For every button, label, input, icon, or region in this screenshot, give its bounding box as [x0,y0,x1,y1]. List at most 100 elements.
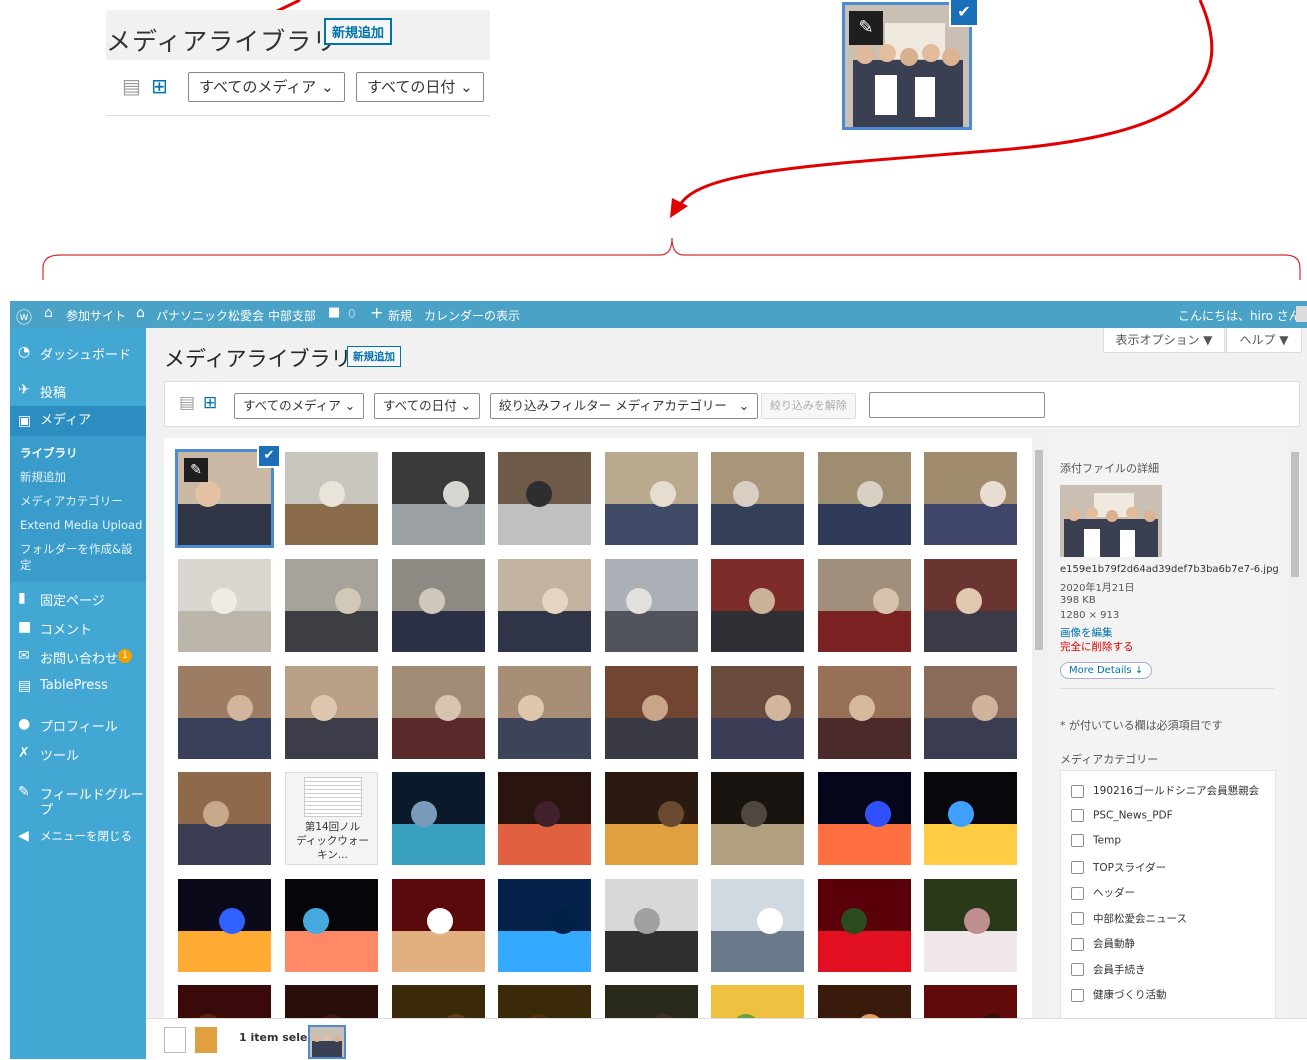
details-scrollbar[interactable] [1288,438,1302,1018]
media-tile[interactable] [392,879,485,972]
avatar[interactable] [1296,306,1307,322]
media-tile[interactable] [285,879,378,972]
media-tile[interactable] [498,772,591,865]
media-tile[interactable] [605,879,698,972]
screen-options-button[interactable]: 表示オプション ▼ [1103,328,1225,353]
filter-date-select[interactable]: すべての日付 ⌄ [374,393,481,419]
media-tile[interactable] [711,985,804,1018]
checkbox[interactable] [1071,988,1084,1002]
media-tile[interactable] [818,985,911,1018]
media-tile[interactable] [818,559,911,652]
media-tile[interactable] [178,559,271,652]
selected-thumbnail[interactable] [308,1025,346,1059]
media-tile[interactable] [924,666,1017,759]
sidebar-sub-extend-media-upload[interactable]: Extend Media Upload [20,518,142,532]
checkbox[interactable] [1071,912,1084,925]
media-tile[interactable] [498,985,591,1018]
sidebar-item-field-groups-cont[interactable]: プ [40,799,53,818]
admin-bar-greeting[interactable]: こんにちは、hiro さん [1178,307,1301,324]
media-tile[interactable] [605,452,698,545]
category-checkbox-row[interactable]: 健康づくり活動 [1071,987,1167,1002]
media-tile[interactable] [924,772,1017,865]
zoom-filter-type-select[interactable]: すべてのメディア ⌄ [188,72,345,102]
grid-scrollbar[interactable] [1032,438,1046,1018]
edit-pencil-icon[interactable]: ✎ [184,458,208,482]
admin-bar-sites[interactable]: 参加サイト [66,307,126,324]
media-tile[interactable] [392,985,485,1018]
media-tile[interactable] [392,452,485,545]
media-tile[interactable] [285,452,378,545]
category-checkbox-row[interactable]: 中部松愛会ニュース [1071,911,1187,926]
checkbox[interactable] [1071,861,1084,874]
sidebar-sub-media-category[interactable]: メディアカテゴリー [20,493,123,509]
zoom-filter-date-select[interactable]: すべての日付 ⌄ [356,72,484,102]
media-tile[interactable] [711,772,804,865]
filter-type-select[interactable]: すべてのメディア ⌄ [234,393,365,419]
document-tile[interactable]: 第14回ノル ディックウォー キン... [285,772,378,865]
filter-category-select[interactable]: 絞り込みフィルター メディアカテゴリー ⌄ [490,393,759,419]
media-tile[interactable] [605,772,698,865]
media-tile[interactable] [178,879,271,972]
media-tile[interactable] [392,559,485,652]
edit-image-link[interactable]: 画像を編集 [1060,625,1113,640]
media-tile[interactable] [711,666,804,759]
checkbox[interactable] [1071,808,1084,822]
media-tile[interactable] [285,985,378,1018]
media-tile[interactable] [818,879,911,972]
media-tile[interactable] [924,452,1017,545]
clear-filter-button[interactable]: 絞り込みを解除 [761,393,856,419]
media-tile[interactable] [392,772,485,865]
sidebar-sub-library[interactable]: ライブラリ [20,445,78,461]
media-tile[interactable] [924,879,1017,972]
sidebar-sub-folder-settings[interactable]: フォルダーを作成&設 [20,541,132,557]
sidebar-item-media[interactable]: ▣ メディア [10,406,146,436]
media-tile[interactable] [711,452,804,545]
grid-view-icon[interactable]: ⊞ [151,74,168,98]
category-checkbox-row[interactable]: ヘッダー [1071,885,1135,900]
category-checkbox-row[interactable]: Temp [1071,834,1121,847]
add-new-button[interactable]: 新規追加 [347,346,401,367]
media-tile[interactable] [924,559,1017,652]
category-checkbox-row[interactable]: 会員手続き [1071,962,1146,977]
selection-checkbox-empty[interactable] [164,1027,186,1053]
media-tile[interactable] [498,452,591,545]
category-checkbox-row[interactable]: 会員動静 [1071,936,1135,951]
media-tile[interactable] [178,772,271,865]
more-details-button[interactable]: More Details ↓ [1060,662,1153,679]
media-tile[interactable] [818,666,911,759]
admin-bar-site-name[interactable]: パナソニック松愛会 中部支部 [156,307,316,324]
media-tile[interactable] [178,985,271,1018]
category-checkbox-row[interactable]: 190216ゴールドシニア会員懇親会 [1071,783,1259,798]
search-input[interactable] [869,392,1045,418]
help-button[interactable]: ヘルプ ▼ [1226,328,1302,353]
media-tile[interactable] [498,879,591,972]
category-checkbox-row[interactable]: PSC_News_PDF [1071,808,1173,822]
media-tile[interactable] [711,559,804,652]
media-tile[interactable] [498,559,591,652]
zoom-add-new-button[interactable]: 新規追加 [324,18,393,45]
media-tile[interactable] [605,985,698,1018]
list-view-icon[interactable]: ▤ [122,74,141,98]
media-tile[interactable] [818,772,911,865]
grid-view-icon[interactable]: ⊞ [203,393,217,413]
delete-permanently-link[interactable]: 完全に削除する [1060,639,1134,654]
media-tile[interactable] [711,879,804,972]
media-tile[interactable] [178,666,271,759]
admin-bar-comments-count[interactable]: 0 [348,307,356,321]
admin-bar-new[interactable]: 新規 [388,307,412,324]
list-view-icon[interactable]: ▤ [179,393,195,413]
sidebar-sub-add-new[interactable]: 新規追加 [20,469,66,485]
checkmark-icon[interactable]: ✔ [257,444,281,468]
admin-bar-calendar[interactable]: カレンダーの表示 [424,307,520,324]
media-tile[interactable] [605,559,698,652]
checkbox[interactable] [1071,963,1084,976]
media-tile[interactable] [498,666,591,759]
checkbox[interactable] [1071,784,1084,798]
media-tile[interactable] [605,666,698,759]
media-tile[interactable] [285,666,378,759]
edit-pencil-icon[interactable]: ✎ [849,11,883,45]
media-tile[interactable] [392,666,485,759]
wordpress-icon[interactable]: ⓦ [16,304,32,328]
media-tile[interactable] [285,559,378,652]
checkbox[interactable] [1071,834,1084,847]
